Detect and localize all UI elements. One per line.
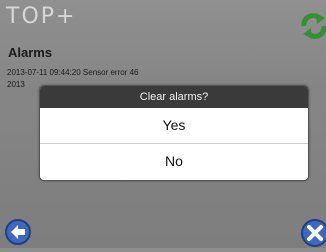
- back-arrow-icon[interactable]: [4, 218, 32, 246]
- clear-alarms-dialog: Clear alarms? Yes No: [39, 85, 309, 181]
- yes-button[interactable]: Yes: [40, 108, 308, 144]
- dialog-title: Clear alarms?: [40, 86, 308, 108]
- no-button[interactable]: No: [40, 144, 308, 179]
- close-icon[interactable]: [300, 218, 326, 248]
- screen: TOP+ Alarms 2013-07-11 09:44:20 Sensor e…: [0, 0, 326, 248]
